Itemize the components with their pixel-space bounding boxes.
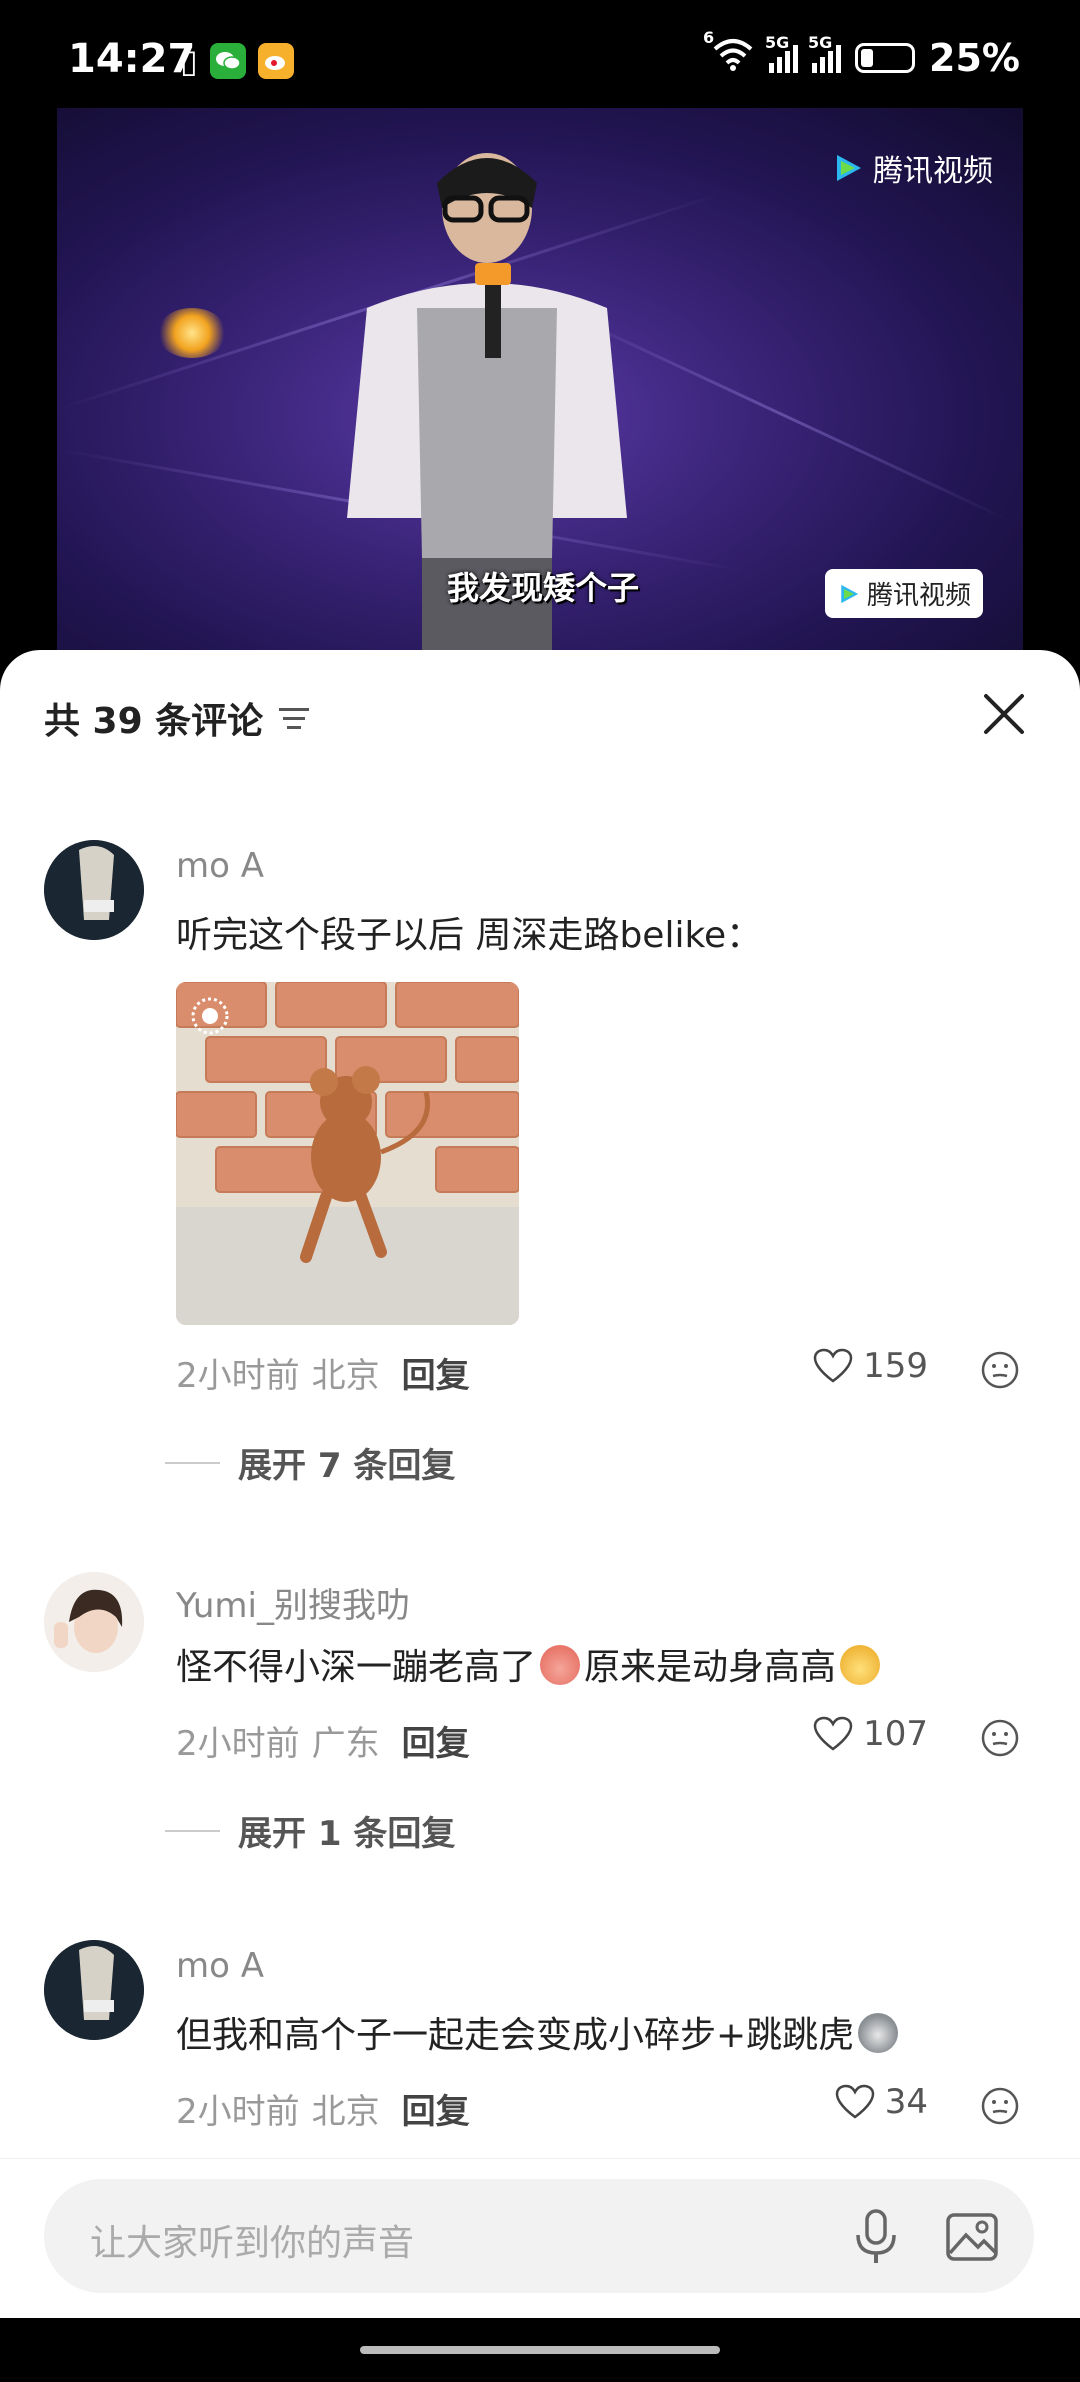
avatar[interactable]	[44, 1572, 144, 1672]
like-button[interactable]: 159	[813, 1346, 928, 1386]
comment-username[interactable]: Yumi_别搜我叻	[176, 1578, 410, 1627]
avatar[interactable]	[44, 840, 144, 940]
comment-gif-image[interactable]	[176, 982, 519, 1325]
video-watermark: 腾讯视频	[831, 146, 993, 190]
status-bar: 14:27 ▯ 6 5G 5G 25%	[0, 0, 1080, 110]
comment-input-bar: 让大家听到你的声音	[0, 2158, 1080, 2299]
comment-text: 怪不得小深一蹦老高了 原来是动身高高	[176, 1638, 884, 1690]
heart-icon	[813, 1716, 853, 1751]
microphone-icon[interactable]	[848, 2207, 904, 2267]
comment-location: 北京	[311, 2092, 380, 2132]
tencent-video-icon	[837, 155, 861, 181]
peach-face-emoji-icon	[540, 1645, 581, 1685]
like-count: 107	[863, 1714, 928, 1754]
comment-text: 但我和高个子一起走会变成小碎步+跳跳虎	[176, 2006, 902, 2058]
wifi-badge: 6	[703, 28, 715, 47]
sort-icon[interactable]	[277, 703, 311, 733]
battery-percent: 25%	[929, 36, 1020, 80]
gif-play-icon	[191, 997, 229, 1035]
comments-count-title: 共 39 条评论	[44, 701, 264, 742]
home-indicator[interactable]	[360, 2346, 720, 2354]
comment-time: 2小时前	[176, 1724, 300, 1764]
reply-button[interactable]: 回复	[402, 2084, 470, 2133]
comment-text: 听完这个段子以后 周深走路belike：	[176, 915, 763, 956]
video-watermark-bottom: 腾讯视频	[824, 569, 983, 618]
gesture-bar	[0, 2318, 1080, 2382]
comment-username[interactable]: mo A	[176, 846, 264, 886]
like-count: 159	[863, 1346, 928, 1386]
like-count: 34	[884, 2082, 928, 2122]
expand-replies-button[interactable]: 展开 7 条回复	[165, 1438, 455, 1487]
emoji-react-icon[interactable]	[980, 1718, 1020, 1758]
video-player[interactable]: 腾讯视频 腾讯视频 我发现矮个子	[57, 108, 1023, 668]
battery-icon	[855, 43, 916, 73]
wifi-icon: 6	[703, 28, 755, 80]
system-indicators: 6 5G 5G 25%	[703, 28, 1020, 80]
comments-header: 共 39 条评论	[44, 692, 311, 744]
video-subtitle: 我发现矮个子	[447, 569, 640, 607]
dog-face-emoji-icon	[840, 1645, 881, 1685]
like-button[interactable]: 107	[813, 1714, 928, 1754]
vibrate-icon: ▯	[180, 42, 198, 80]
heart-icon	[835, 2084, 874, 2119]
comment-meta: 2小时前 北京 回复	[176, 2084, 470, 2133]
notification-icons: ▯	[180, 42, 294, 80]
reply-button[interactable]: 回复	[402, 1716, 470, 1765]
comments-sheet: 共 39 条评论 mo A 听完这个段子以后 周深走路belike： 2小时前 …	[0, 650, 1080, 2382]
tencent-video-icon	[841, 584, 859, 603]
comment-input-placeholder: 让大家听到你的声音	[90, 2223, 415, 2264]
comment-meta: 2小时前 北京 回复	[176, 1348, 470, 1397]
close-icon[interactable]	[980, 690, 1028, 738]
signal-icon-2: 5G	[808, 33, 842, 73]
wechat-icon	[209, 43, 246, 79]
like-button[interactable]: 34	[835, 2082, 928, 2122]
weibo-icon	[257, 43, 294, 79]
expand-replies-button[interactable]: 展开 1 条回复	[165, 1806, 455, 1855]
comment-input[interactable]: 让大家听到你的声音	[44, 2179, 1034, 2293]
emoji-react-icon[interactable]	[980, 1350, 1020, 1390]
emoji-react-icon[interactable]	[980, 2086, 1020, 2126]
comment-username[interactable]: mo A	[176, 1946, 264, 1986]
comment-location: 广东	[311, 1724, 380, 1764]
reply-button[interactable]: 回复	[402, 1348, 470, 1397]
tiger-face-emoji-icon	[858, 2013, 899, 2053]
status-time: 14:27	[68, 36, 196, 82]
comment-meta: 2小时前 广东 回复	[176, 1716, 470, 1765]
stage-light	[157, 308, 227, 358]
signal-icon-1: 5G	[765, 33, 799, 73]
heart-icon	[813, 1348, 853, 1383]
comment-time: 2小时前	[176, 1356, 300, 1396]
comment-location: 北京	[311, 1356, 380, 1396]
comment-time: 2小时前	[176, 2092, 300, 2132]
avatar[interactable]	[44, 1940, 144, 2040]
image-picker-icon[interactable]	[944, 2209, 1000, 2265]
